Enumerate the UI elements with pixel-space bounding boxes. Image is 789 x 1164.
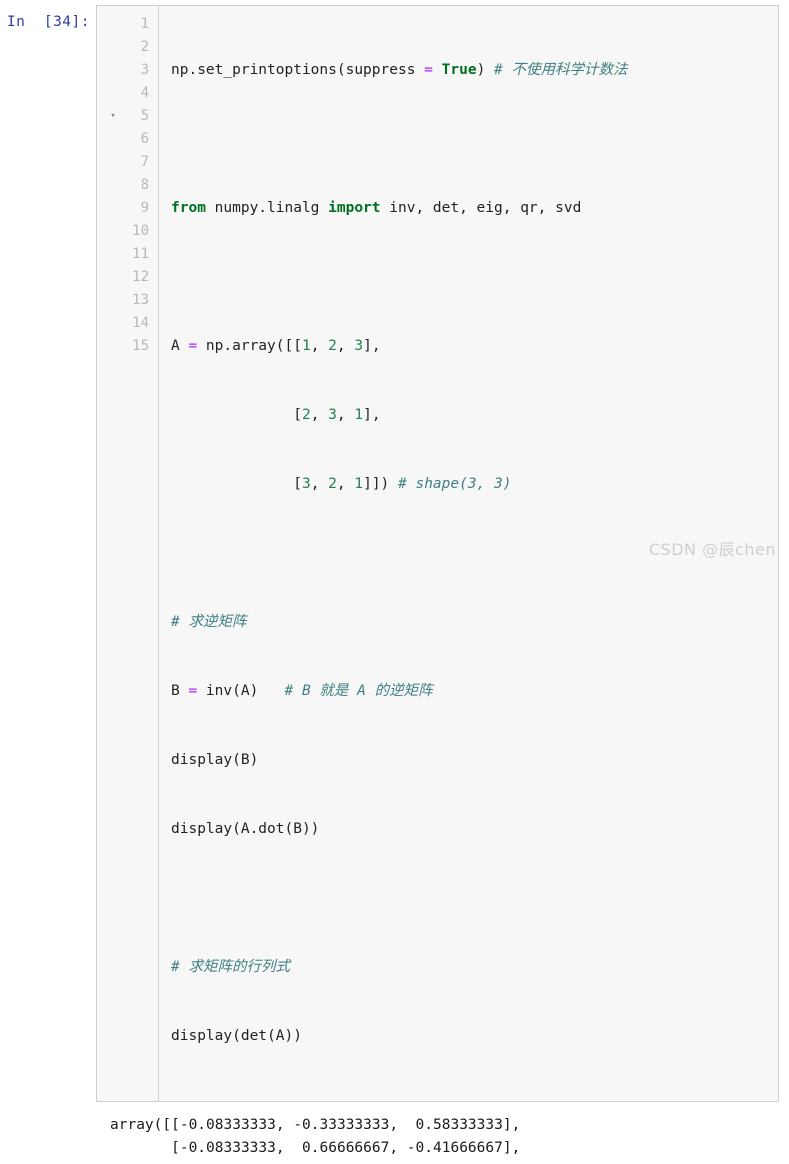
code-line-9: # 求逆矩阵 xyxy=(171,614,247,630)
inverse-matrix-output: array([[-0.08333333, -0.33333333, 0.5833… xyxy=(96,1114,789,1164)
code-line-3: from numpy.linalg import inv, det, eig, … xyxy=(171,200,582,216)
line-number: 9 xyxy=(140,200,149,216)
code-line-6: [2, 3, 1], xyxy=(171,407,381,423)
line-number: 12 xyxy=(132,269,149,285)
line-number: 6 xyxy=(140,131,149,147)
code-line-11: display(B) xyxy=(171,752,259,768)
line-number: 15 xyxy=(132,338,149,354)
line-number: 7 xyxy=(140,154,149,170)
line-number: 13 xyxy=(132,292,149,308)
triangle-down-icon[interactable]: ▾ xyxy=(107,105,119,128)
line-number: 2 xyxy=(140,39,149,55)
output-block-inverse: array([[-0.08333333, -0.33333333, 0.5833… xyxy=(0,1114,789,1164)
code-line-14: # 求矩阵的行列式 xyxy=(171,959,290,975)
code-line-10: B = inv(A) # B 就是 A 的逆矩阵 xyxy=(171,683,433,699)
code-line-7: [3, 2, 1]]) # shape(3, 3) xyxy=(171,476,512,492)
fold-marker-placeholder-1 xyxy=(107,13,119,36)
code-line-5: A = np.array([[1, 2, 3], xyxy=(171,338,381,354)
output-line: [-0.08333333, 0.66666667, -0.41666667], xyxy=(110,1140,521,1156)
output-line: [ 0.41666667, -0.33333333, 0.08333333]]) xyxy=(110,1160,789,1164)
input-prompt-label: In [34]: xyxy=(6,14,90,30)
output-spacer xyxy=(0,1102,789,1114)
line-number: 10 xyxy=(132,223,149,239)
line-number: 8 xyxy=(140,177,149,193)
notebook-cell: In [34]: ▾ 1 2 3 4 5 6 7 8 9 10 11 12 13… xyxy=(0,0,789,1164)
code-line-1: np.set_printoptions(suppress = True) # 不… xyxy=(171,62,628,78)
line-number: 3 xyxy=(140,62,149,78)
line-number: 4 xyxy=(140,85,149,101)
line-number: 14 xyxy=(132,315,149,331)
code-line-12: display(A.dot(B)) xyxy=(171,821,320,837)
line-number: 11 xyxy=(132,246,149,262)
line-number-gutter: ▾ 1 2 3 4 5 6 7 8 9 10 11 12 13 14 15 xyxy=(97,6,159,1101)
output-line: array([[-0.08333333, -0.33333333, 0.5833… xyxy=(110,1117,521,1133)
code-line-15: display(det(A)) xyxy=(171,1028,302,1044)
csdn-watermark: CSDN @辰chen xyxy=(648,540,776,559)
